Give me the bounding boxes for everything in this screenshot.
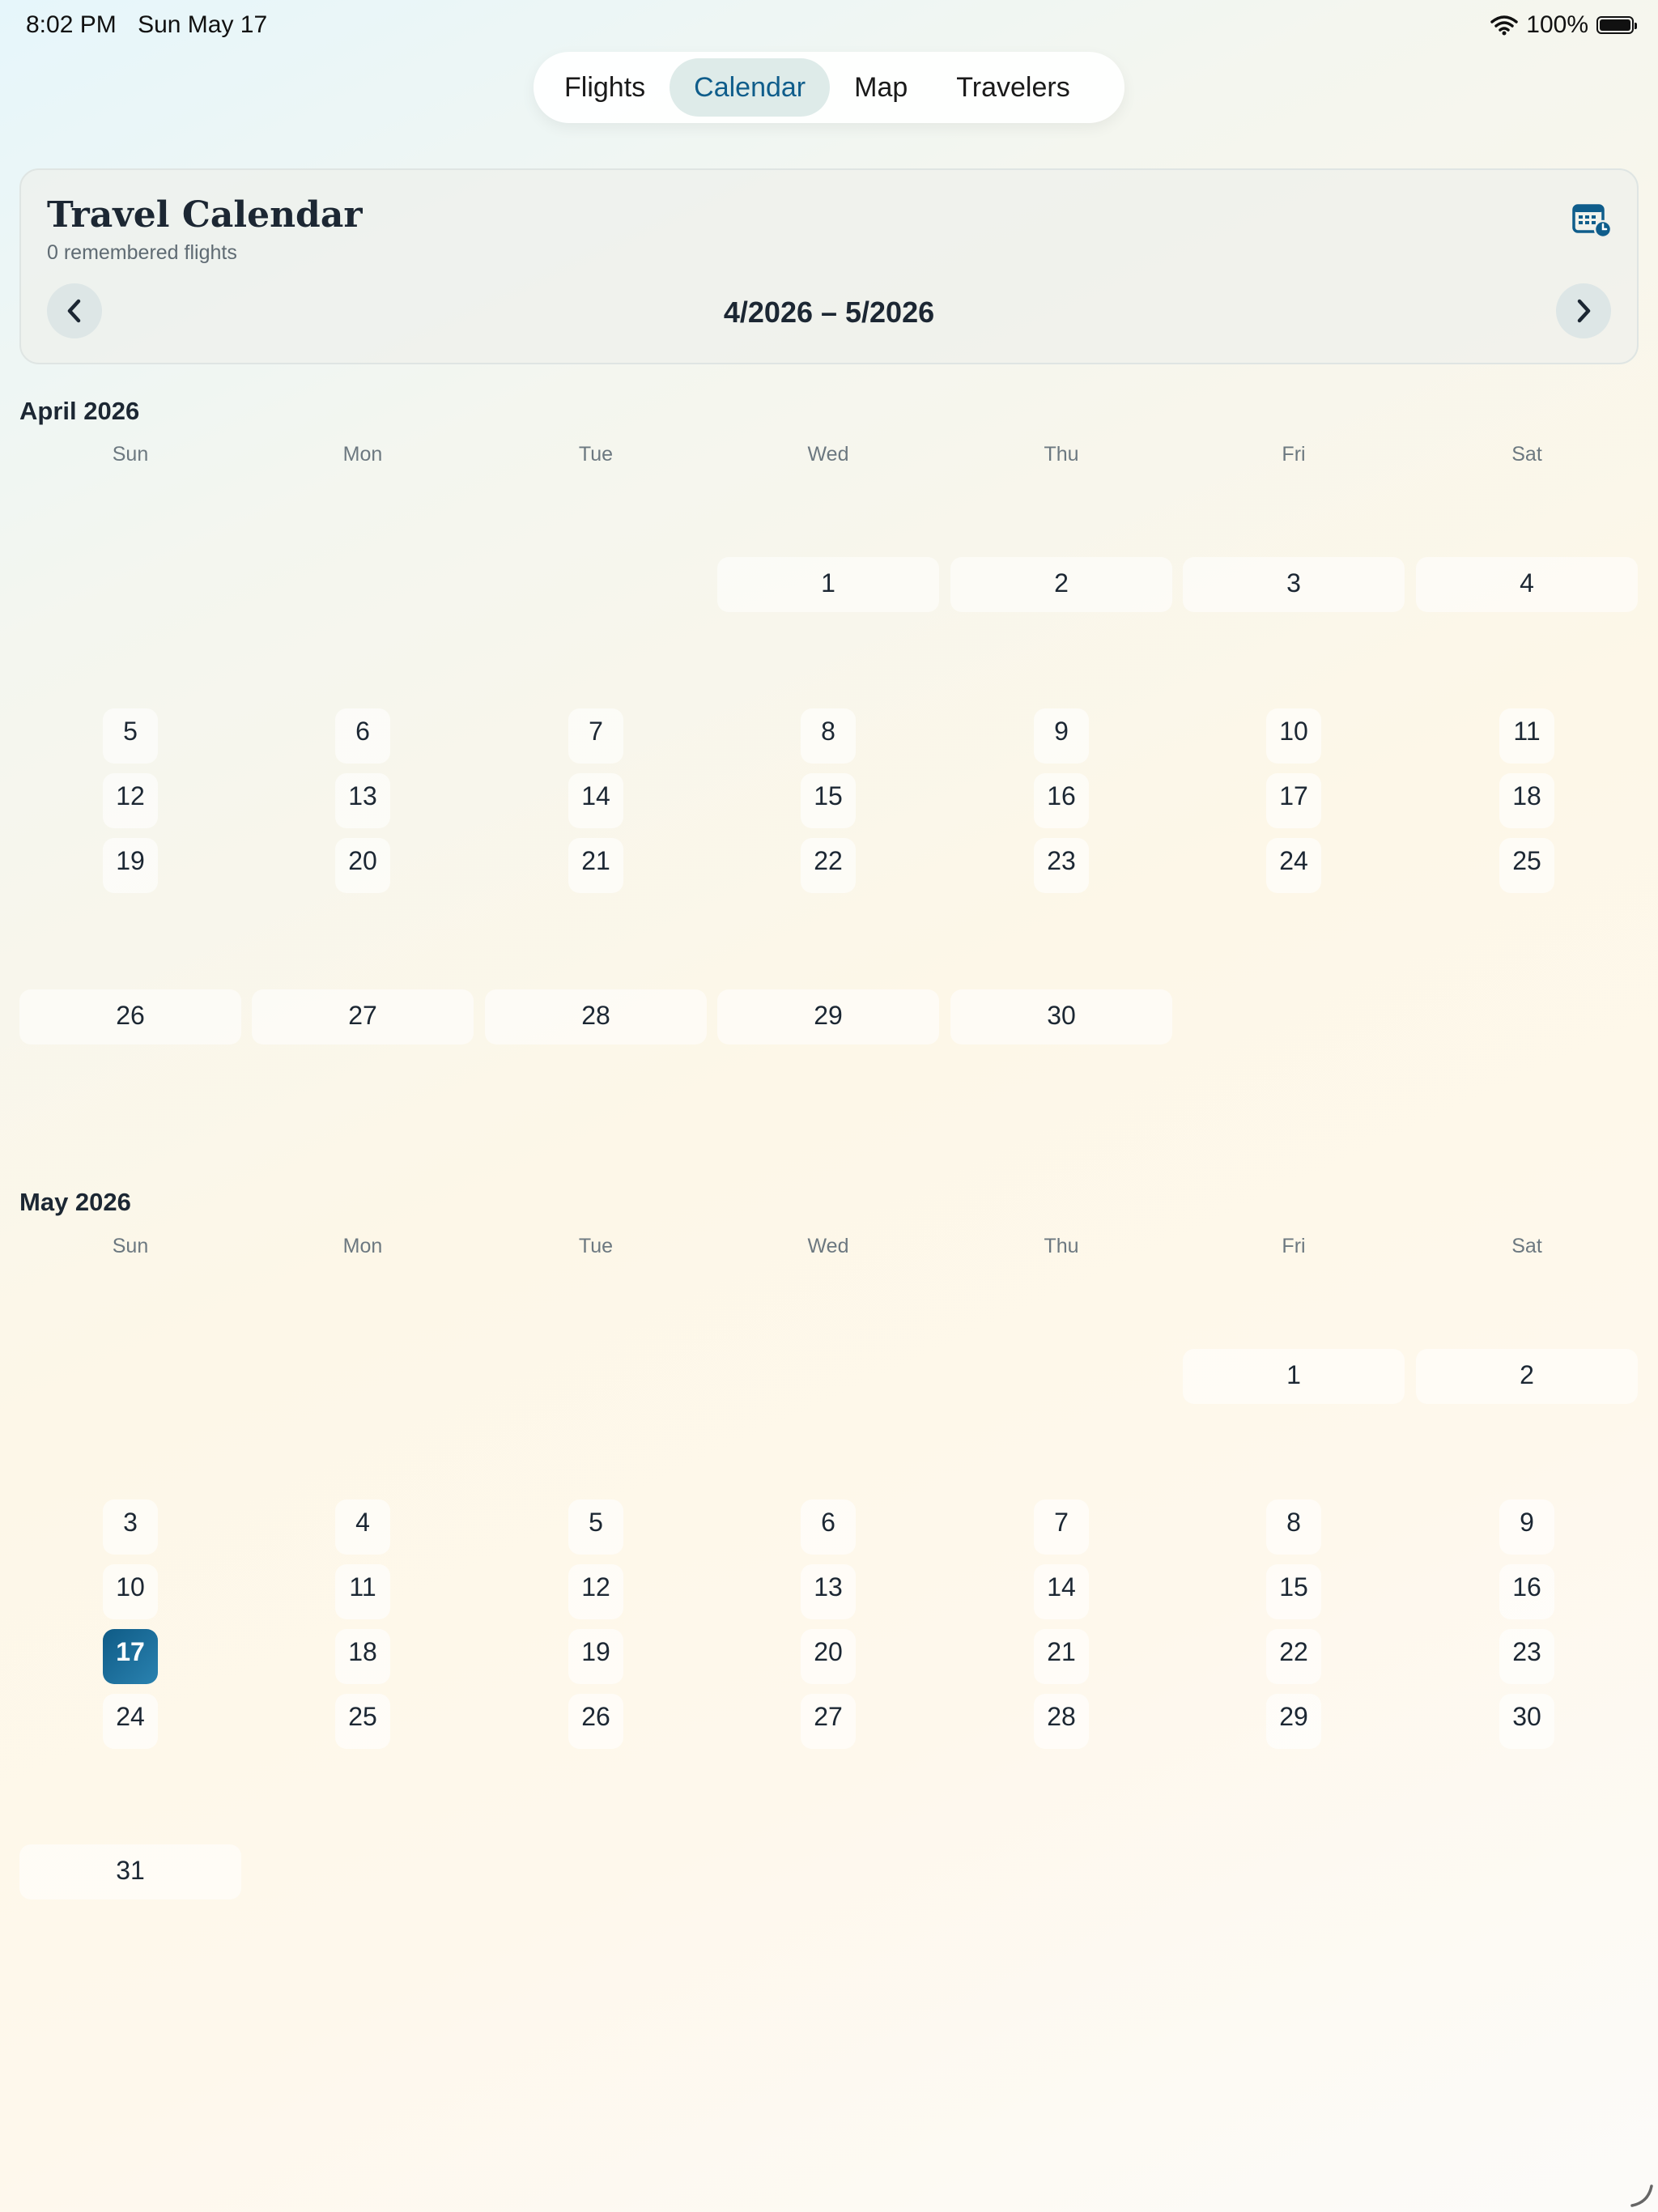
day-cell[interactable]: 21	[568, 838, 623, 893]
day-cell[interactable]: 31	[19, 1844, 241, 1899]
day-cell[interactable]: 4	[1416, 557, 1638, 612]
tab-flights[interactable]: Flights	[540, 58, 670, 117]
tab-map[interactable]: Map	[830, 58, 932, 117]
day-cell[interactable]: 23	[1499, 1629, 1554, 1684]
calendar-clock-icon[interactable]	[1572, 201, 1611, 238]
status-time: 8:02 PM	[26, 11, 117, 38]
date-range-label: 4/2026 – 5/2026	[723, 296, 935, 329]
day-cell[interactable]: 3	[103, 1499, 158, 1555]
day-cell[interactable]: 14	[1034, 1564, 1089, 1619]
day-cell[interactable]: 1	[1183, 1349, 1405, 1404]
status-date: Sun May 17	[138, 11, 268, 38]
day-cell[interactable]: 4	[335, 1499, 390, 1555]
day-cell[interactable]: 8	[801, 708, 856, 764]
day-cell[interactable]: 30	[950, 989, 1172, 1044]
day-cell[interactable]: 20	[801, 1629, 856, 1684]
day-cell[interactable]: 7	[568, 708, 623, 764]
day-cell[interactable]: 5	[103, 708, 158, 764]
day-cell[interactable]: 27	[252, 989, 474, 1044]
weekday-label: Thu	[1044, 1235, 1079, 1257]
day-cell[interactable]: 5	[568, 1499, 623, 1555]
weekday-label: Fri	[1282, 1235, 1306, 1257]
day-cell[interactable]: 22	[1266, 1629, 1321, 1684]
day-cell[interactable]: 16	[1034, 773, 1089, 828]
day-cell[interactable]: 2	[1416, 1349, 1638, 1404]
weekday-label: Sun	[112, 1235, 149, 1257]
battery-icon	[1596, 16, 1637, 34]
day-cell[interactable]: 25	[335, 1694, 390, 1749]
day-cell[interactable]: 24	[103, 1694, 158, 1749]
tab-calendar[interactable]: Calendar	[670, 58, 831, 117]
month-title: April 2026	[19, 397, 140, 425]
weekday-label: Tue	[578, 443, 614, 466]
weekday-label: Sat	[1511, 443, 1542, 466]
day-cell[interactable]: 10	[1266, 708, 1321, 764]
day-cell[interactable]: 13	[335, 773, 390, 828]
day-cell[interactable]: 30	[1499, 1694, 1554, 1749]
day-cell[interactable]: 9	[1499, 1499, 1554, 1555]
day-cell[interactable]: 25	[1499, 838, 1554, 893]
day-cell[interactable]: 14	[568, 773, 623, 828]
battery-percent: 100%	[1526, 11, 1588, 38]
day-cell[interactable]: 3	[1183, 557, 1405, 612]
day-cell[interactable]: 17	[1266, 773, 1321, 828]
day-cell[interactable]: 1	[717, 557, 939, 612]
weekday-label: Sat	[1511, 1235, 1542, 1257]
day-cell-today[interactable]: 17	[103, 1629, 158, 1684]
day-cell[interactable]: 21	[1034, 1629, 1089, 1684]
day-cell[interactable]: 20	[335, 838, 390, 893]
day-cell[interactable]: 24	[1266, 838, 1321, 893]
weekday-label: Wed	[807, 443, 849, 466]
day-cell[interactable]: 18	[335, 1629, 390, 1684]
chevron-right-icon	[1577, 299, 1591, 323]
day-cell[interactable]: 16	[1499, 1564, 1554, 1619]
day-cell[interactable]: 10	[103, 1564, 158, 1619]
day-cell[interactable]: 13	[801, 1564, 856, 1619]
weekday-label: Fri	[1282, 443, 1306, 466]
wifi-icon	[1490, 15, 1519, 36]
day-cell[interactable]: 27	[801, 1694, 856, 1749]
day-cell[interactable]: 15	[801, 773, 856, 828]
status-bar-left: 8:02 PM Sun May 17	[26, 11, 282, 39]
weekday-label: Sun	[112, 443, 149, 466]
day-cell[interactable]: 11	[335, 1564, 390, 1619]
day-cell[interactable]: 12	[568, 1564, 623, 1619]
day-cell[interactable]: 6	[335, 708, 390, 764]
weekday-label: Mon	[342, 443, 383, 466]
day-cell[interactable]: 19	[103, 838, 158, 893]
status-bar-right: 100%	[1490, 11, 1637, 39]
day-cell[interactable]: 26	[568, 1694, 623, 1749]
weekday-label: Mon	[342, 1235, 383, 1257]
day-cell[interactable]: 29	[717, 989, 939, 1044]
day-cell[interactable]: 8	[1266, 1499, 1321, 1555]
tab-bar: Flights Calendar Map Travelers	[534, 52, 1124, 123]
day-cell[interactable]: 26	[19, 989, 241, 1044]
day-cell[interactable]: 29	[1266, 1694, 1321, 1749]
weekday-label: Tue	[578, 1235, 614, 1257]
page-title: Travel Calendar	[47, 194, 363, 236]
day-cell[interactable]: 9	[1034, 708, 1089, 764]
weekday-label: Thu	[1044, 443, 1079, 466]
month-title: May 2026	[19, 1188, 131, 1216]
day-cell[interactable]: 18	[1499, 773, 1554, 828]
remembered-flights-count: 0 remembered flights	[47, 241, 237, 264]
weekday-label: Wed	[807, 1235, 849, 1257]
calendar-header-card: Travel Calendar 0 remembered flights 4/2…	[19, 168, 1639, 364]
day-cell[interactable]: 11	[1499, 708, 1554, 764]
resize-handle-icon[interactable]	[1627, 2181, 1655, 2209]
day-cell[interactable]: 22	[801, 838, 856, 893]
next-month-button[interactable]	[1556, 283, 1611, 338]
day-cell[interactable]: 7	[1034, 1499, 1089, 1555]
day-cell[interactable]: 15	[1266, 1564, 1321, 1619]
tab-travelers[interactable]: Travelers	[932, 58, 1094, 117]
day-cell[interactable]: 12	[103, 773, 158, 828]
day-cell[interactable]: 6	[801, 1499, 856, 1555]
day-cell[interactable]: 23	[1034, 838, 1089, 893]
day-cell[interactable]: 28	[485, 989, 707, 1044]
day-cell[interactable]: 28	[1034, 1694, 1089, 1749]
day-cell[interactable]: 2	[950, 557, 1172, 612]
day-cell[interactable]: 19	[568, 1629, 623, 1684]
